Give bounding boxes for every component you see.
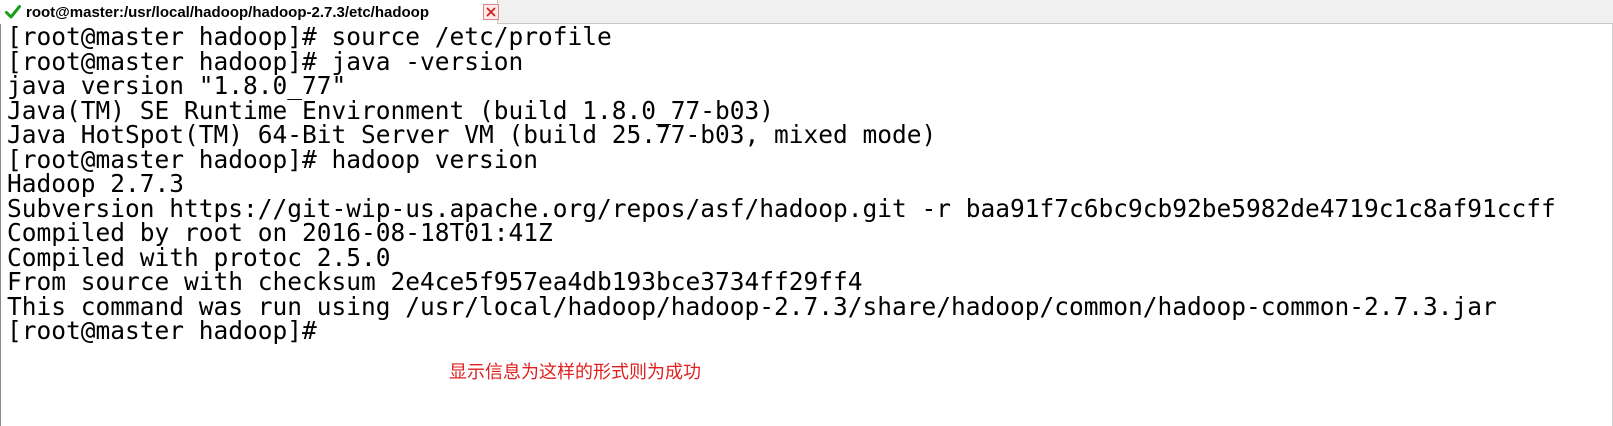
terminal-output[interactable]: [root@master hadoop]# source /etc/profil…: [0, 24, 1613, 426]
terminal-line: java version "1.8.0_77": [7, 71, 347, 100]
terminal-line: [root@master hadoop]# hadoop version: [7, 144, 539, 174]
annotation-text: 显示信息为这样的形式则为成功: [449, 362, 701, 383]
tab-title: root@master:/usr/local/hadoop/hadoop-2.7…: [26, 3, 430, 21]
terminal-line: Hadoop 2.7.3: [7, 169, 185, 198]
tab-bar: root@master:/usr/local/hadoop/hadoop-2.7…: [0, 0, 1613, 24]
terminal-line: [root@master hadoop]# source /etc/profil…: [7, 22, 612, 51]
session-tab[interactable]: root@master:/usr/local/hadoop/hadoop-2.7…: [0, 0, 498, 24]
close-icon[interactable]: [483, 4, 499, 20]
terminal-prompt: [root@master hadoop]#: [7, 316, 317, 345]
checkmark-icon: [4, 3, 22, 21]
terminal-line: Java HotSpot(TM) 64-Bit Server VM (build…: [7, 120, 937, 149]
terminal-line: From source with checksum 2e4ce5f957ea4d…: [7, 267, 863, 296]
terminal-window: root@master:/usr/local/hadoop/hadoop-2.7…: [0, 0, 1613, 426]
terminal-line: Compiled by root on 2016-08-18T01:41Z: [7, 218, 553, 247]
